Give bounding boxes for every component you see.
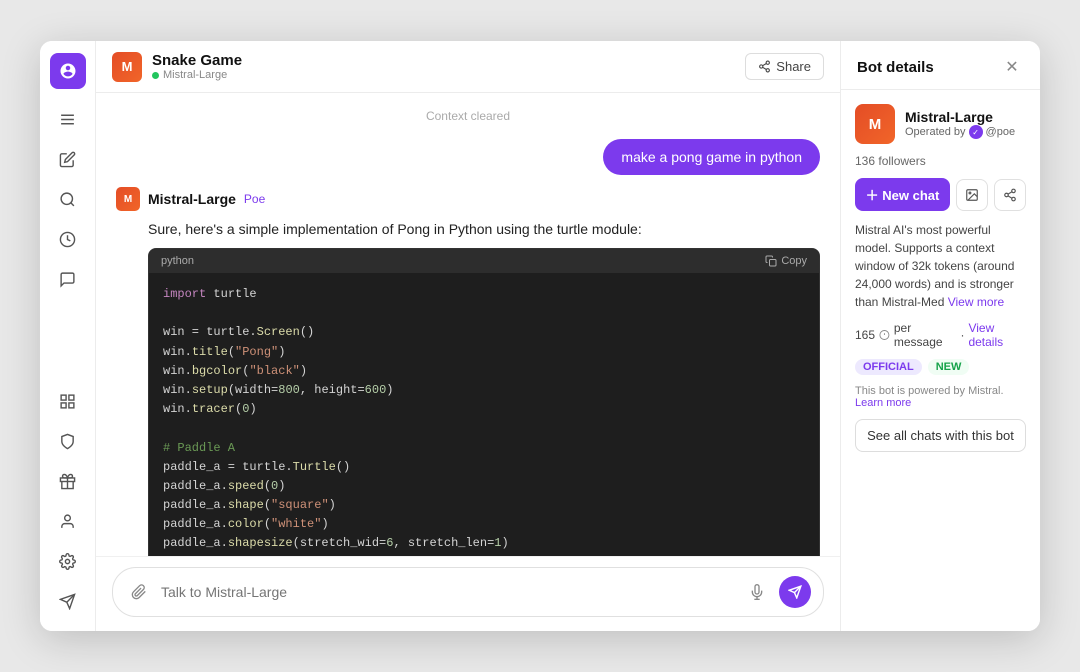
sidebar-edit-icon[interactable] (50, 141, 86, 177)
mic-button[interactable] (743, 578, 771, 606)
sidebar-search-icon[interactable] (50, 181, 86, 217)
share-button[interactable]: Share (745, 53, 824, 80)
powered-by-text: This bot is powered by Mistral. Learn mo… (855, 385, 1026, 409)
new-badge: NEW (928, 359, 970, 375)
new-chat-button[interactable]: ＋ New chat (855, 178, 950, 211)
main-chat-area: M Snake Game Mistral-Large Share Conte (96, 41, 840, 631)
bot-details-title: Bot details (857, 59, 934, 76)
user-message-wrap: make a pong game in python (116, 139, 820, 175)
bot-details-header: Bot details ✕ (841, 41, 1040, 90)
context-cleared-label: Context cleared (116, 109, 820, 123)
attach-button[interactable] (125, 578, 153, 606)
info-icon (879, 329, 890, 341)
sidebar-send-icon[interactable] (50, 583, 86, 619)
bot-response-text: Sure, here's a simple implementation of … (116, 219, 820, 240)
chat-body: Context cleared make a pong game in pyth… (96, 93, 840, 556)
bot-message-header: M Mistral-Large Poe (116, 187, 820, 211)
bot-info-row: M Mistral-Large Operated by ✓ @poe (855, 104, 1026, 144)
learn-more-link[interactable]: Learn more (855, 397, 911, 409)
sidebar-user-icon[interactable] (50, 503, 86, 539)
sidebar (40, 41, 96, 631)
bot-tag: Poe (244, 192, 265, 206)
poe-badge: ✓ (969, 125, 983, 139)
sidebar-shield-icon[interactable] (50, 423, 86, 459)
official-badge: OFFICIAL (855, 359, 922, 375)
bot-operated-by: Operated by ✓ @poe (905, 125, 1015, 139)
price-row: 165 per message · View details (855, 321, 1026, 349)
close-panel-button[interactable]: ✕ (1000, 55, 1024, 79)
bot-big-name: Mistral-Large (905, 109, 1015, 125)
sidebar-gift-icon[interactable] (50, 463, 86, 499)
see-all-chats-button[interactable]: See all chats with this bot (855, 419, 1026, 452)
view-more-link[interactable]: View more (948, 295, 1004, 309)
chat-title: Snake Game (152, 52, 242, 69)
chat-input-box (112, 567, 824, 617)
code-content: import turtle win = turtle.Screen() win.… (149, 273, 819, 556)
bot-name: Mistral-Large (148, 191, 236, 207)
sidebar-apps-icon[interactable] (50, 383, 86, 419)
bot-details-body: M Mistral-Large Operated by ✓ @poe 136 f… (841, 90, 1040, 631)
chat-subtitle: Mistral-Large (152, 69, 242, 81)
sidebar-settings-icon[interactable] (50, 543, 86, 579)
bot-share-button[interactable] (994, 179, 1026, 211)
action-row: ＋ New chat (855, 178, 1026, 211)
user-message: make a pong game in python (603, 139, 820, 175)
status-dot (152, 72, 159, 79)
bot-info-text: Mistral-Large Operated by ✓ @poe (905, 109, 1015, 139)
copy-code-button[interactable]: Copy (765, 255, 807, 267)
chat-bot-icon: M (112, 52, 142, 82)
view-details-link[interactable]: View details (968, 321, 1026, 349)
bot-image-button[interactable] (956, 179, 988, 211)
sidebar-menu-icon[interactable] (50, 101, 86, 137)
sidebar-history-icon[interactable] (50, 221, 86, 257)
chat-header: M Snake Game Mistral-Large Share (96, 41, 840, 93)
code-header: python Copy (149, 249, 819, 273)
sidebar-logo[interactable] (50, 53, 86, 89)
bot-avatar: M (116, 187, 140, 211)
bot-details-panel: Bot details ✕ M Mistral-Large Operated b… (840, 41, 1040, 631)
chat-input-area (96, 556, 840, 631)
sidebar-chat-icon[interactable] (50, 261, 86, 297)
followers-count: 136 followers (855, 154, 1026, 168)
send-button[interactable] (779, 576, 811, 608)
chat-input[interactable] (161, 584, 735, 600)
badge-row: OFFICIAL NEW (855, 359, 1026, 375)
code-lang: python (161, 255, 194, 267)
code-block: python Copy import turtle win = turtle.S… (148, 248, 820, 556)
bot-description: Mistral AI's most powerful model. Suppor… (855, 221, 1026, 311)
chat-header-info: Snake Game Mistral-Large (152, 52, 242, 81)
bot-big-avatar: M (855, 104, 895, 144)
bot-message-wrap: M Mistral-Large Poe Sure, here's a simpl… (116, 187, 820, 556)
